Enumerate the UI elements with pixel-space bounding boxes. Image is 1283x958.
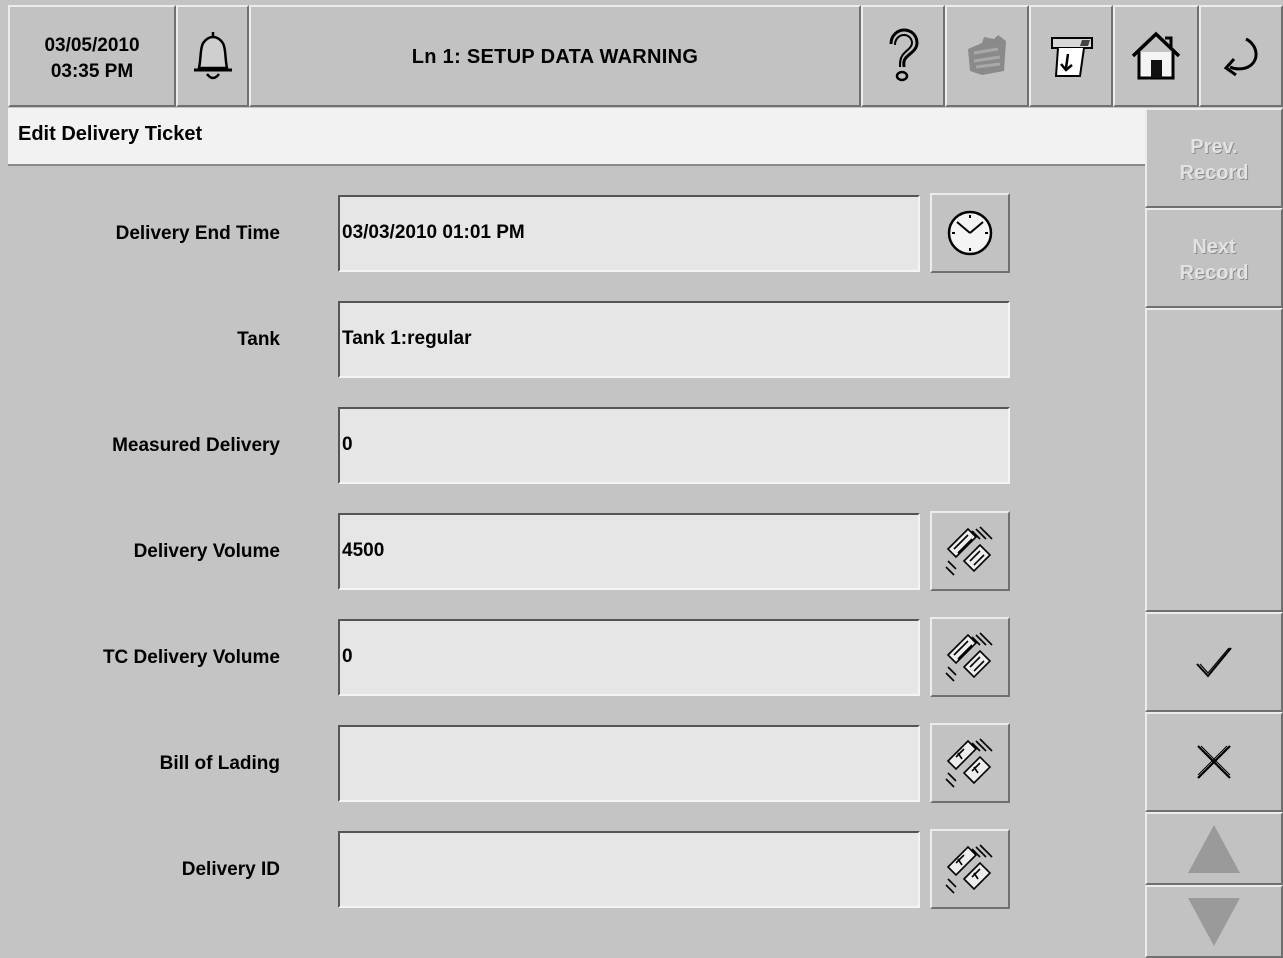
alarm-message: Ln 1: SETUP DATA WARNING — [411, 46, 699, 68]
cancel-button[interactable] — [1145, 712, 1283, 812]
bill-of-lading-keyboard-button[interactable] — [930, 723, 1010, 803]
sidebar-spacer — [1145, 308, 1283, 612]
delivery-volume-keypad-button[interactable] — [930, 511, 1010, 591]
help-icon — [889, 28, 919, 82]
delivery-end-time-field[interactable]: 03/03/2010 01:01 PM — [338, 195, 920, 272]
bill-of-lading-field[interactable] — [338, 725, 920, 802]
delivery-volume-label: Delivery Volume — [133, 541, 280, 562]
report-button[interactable] — [1029, 5, 1113, 107]
delivery-volume-field[interactable]: 4500 — [338, 513, 920, 590]
clock-icon — [947, 210, 993, 256]
tc-delivery-volume-label: TC Delivery Volume — [102, 647, 280, 668]
checkmark-icon — [1196, 647, 1232, 678]
date-time-display: 03/05/2010 03:35 PM — [8, 5, 176, 107]
scroll-down-button[interactable] — [1145, 885, 1283, 958]
page-title-bar: Edit Delivery Ticket — [8, 108, 1145, 166]
triangle-up-icon — [1188, 824, 1240, 873]
delivery-id-label: Delivery ID — [181, 859, 280, 880]
keyboard-icon — [945, 844, 993, 894]
home-icon — [1131, 31, 1181, 80]
keypad-icon — [945, 526, 993, 576]
next-record-label-2: Record — [1179, 262, 1249, 284]
delivery-id-keyboard-button[interactable] — [930, 829, 1010, 909]
printer-button[interactable] — [945, 5, 1029, 107]
next-record-label-1: Next — [1192, 236, 1236, 258]
tc-delivery-volume-field[interactable]: 0 — [338, 619, 920, 696]
bill-of-lading-label: Bill of Lading — [159, 753, 280, 774]
back-icon — [1223, 37, 1258, 77]
triangle-down-icon — [1188, 897, 1240, 946]
delivery-end-time-label: Delivery End Time — [115, 223, 280, 244]
current-time: 03:35 PM — [50, 61, 134, 82]
delivery-id-field[interactable] — [338, 831, 920, 908]
alarm-message-bar[interactable]: Ln 1: SETUP DATA WARNING — [249, 5, 861, 107]
alarm-bell-button[interactable] — [176, 5, 249, 107]
time-picker-button[interactable] — [930, 193, 1010, 273]
tank-field[interactable]: Tank 1:regular — [338, 301, 1010, 378]
printer-icon — [968, 35, 1006, 75]
tank-label: Tank — [237, 329, 280, 350]
next-record-button[interactable]: Next Record — [1145, 208, 1283, 308]
back-button[interactable] — [1199, 5, 1283, 107]
measured-delivery-field[interactable]: 0 — [338, 407, 1010, 484]
scroll-up-button[interactable] — [1145, 812, 1283, 885]
screen: 03/05/2010 03:35 PM Ln 1: SETUP DATA WAR… — [0, 0, 1283, 958]
page-title: Edit Delivery Ticket — [18, 123, 203, 145]
x-icon — [1197, 745, 1231, 779]
prev-record-button[interactable]: Prev. Record — [1145, 108, 1283, 208]
home-button[interactable] — [1113, 5, 1199, 107]
report-icon — [1051, 37, 1093, 77]
tc-delivery-volume-keypad-button[interactable] — [930, 617, 1010, 697]
keypad-icon — [945, 632, 993, 682]
bell-icon — [193, 32, 232, 80]
prev-record-label-2: Record — [1179, 162, 1249, 184]
help-button[interactable] — [861, 5, 945, 107]
accept-button[interactable] — [1145, 612, 1283, 712]
measured-delivery-label: Measured Delivery — [112, 435, 280, 456]
keyboard-icon — [945, 738, 993, 788]
current-date: 03/05/2010 — [44, 35, 140, 56]
prev-record-label-1: Prev. — [1190, 136, 1238, 158]
